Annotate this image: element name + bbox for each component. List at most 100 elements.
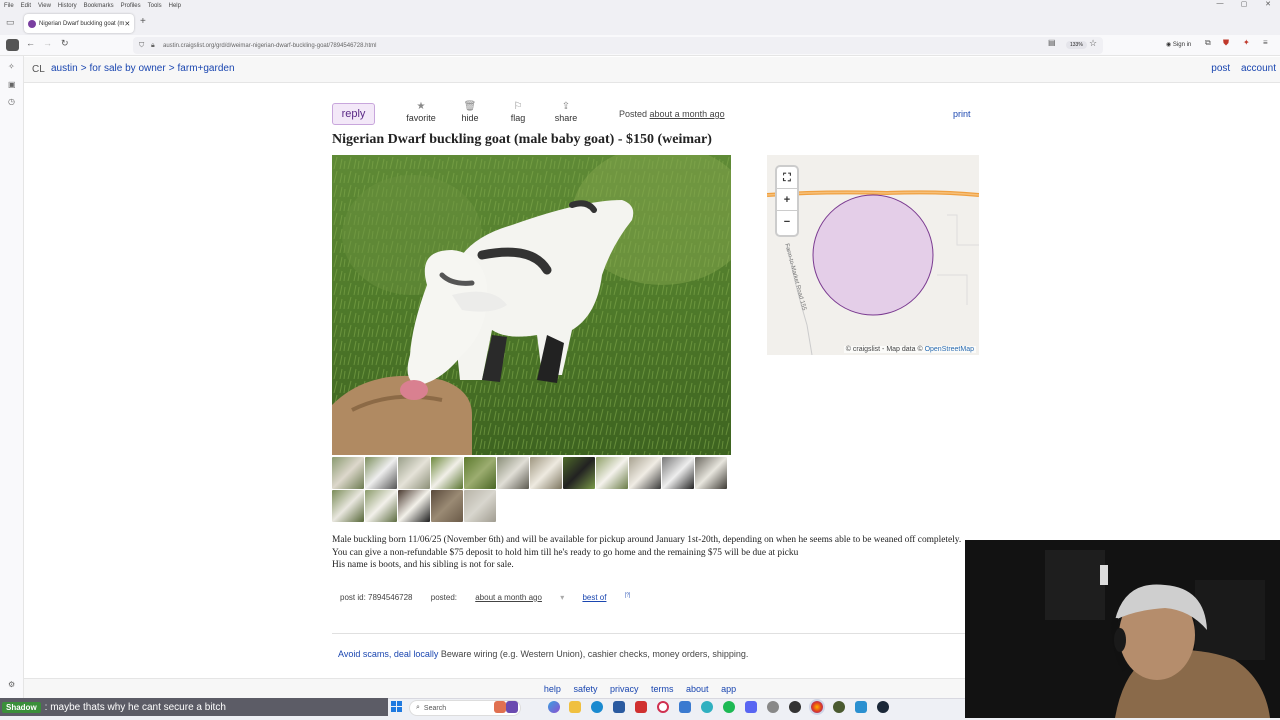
opera-icon[interactable] — [657, 701, 669, 713]
menu-view[interactable]: View — [38, 3, 51, 9]
thumbnail-image[interactable] — [365, 490, 397, 522]
thumbnail-image[interactable] — [497, 457, 529, 489]
windows-start-icon[interactable] — [391, 701, 403, 713]
taskbar-app-icon[interactable] — [635, 701, 647, 713]
ublock-icon[interactable]: ⛊ — [1223, 38, 1229, 48]
firefox-icon[interactable] — [811, 701, 823, 713]
breadcrumb-farm-garden[interactable]: farm+garden — [178, 63, 235, 74]
copilot-icon[interactable] — [548, 701, 560, 713]
new-tab-button[interactable]: + — [140, 16, 146, 27]
share-button[interactable]: ⇪ share — [546, 101, 586, 123]
tab-active[interactable]: Nigerian Dwarf buckling goat (m ✕ — [24, 14, 134, 33]
lock-icon[interactable]: 🔒︎ — [151, 42, 155, 50]
breadcrumb-for-sale-by-owner[interactable]: for sale by owner — [90, 63, 166, 74]
breadcrumb: austin > for sale by owner > farm+garden — [51, 63, 235, 74]
footer-app[interactable]: app — [721, 684, 736, 694]
steam-icon[interactable] — [877, 701, 889, 713]
extensions-icon[interactable]: ⧉ — [1205, 38, 1211, 48]
taskbar-app-icon[interactable] — [613, 701, 625, 713]
openstreetmap-link[interactable]: OpenStreetMap — [925, 346, 974, 353]
scam-notice-text: Beware wiring (e.g. Western Union), cash… — [440, 649, 749, 659]
thumbnail-image[interactable] — [629, 457, 661, 489]
thumbnail-image[interactable] — [464, 490, 496, 522]
footer-help[interactable]: help — [544, 684, 561, 694]
tab-list-icon[interactable]: ▭ — [6, 17, 15, 28]
taskbar-app-icon[interactable] — [506, 701, 518, 713]
sidebar-toggle-icon[interactable] — [6, 39, 19, 51]
thumbnail-image[interactable] — [530, 457, 562, 489]
close-window-button[interactable]: ✕ — [1256, 0, 1280, 11]
reply-button[interactable]: reply — [332, 103, 375, 125]
taskbar-app-icon[interactable] — [679, 701, 691, 713]
sign-in-button[interactable]: ◉ Sign in — [1166, 41, 1191, 48]
taskbar-app-icon[interactable] — [701, 701, 713, 713]
menu-profiles[interactable]: Profiles — [121, 3, 141, 9]
taskbar-app-icon[interactable] — [855, 701, 867, 713]
minimize-button[interactable]: — — [1208, 0, 1232, 11]
thumbnail-image[interactable] — [431, 457, 463, 489]
menu-help[interactable]: Help — [169, 3, 181, 9]
thumbnail-image[interactable] — [464, 457, 496, 489]
extension-icon[interactable]: ✦ — [1243, 38, 1250, 47]
close-tab-icon[interactable]: ✕ — [124, 20, 130, 28]
discord-icon[interactable] — [745, 701, 757, 713]
thumbnail-image[interactable] — [365, 457, 397, 489]
thumbnail-image[interactable] — [332, 457, 364, 489]
post-link[interactable]: post — [1211, 63, 1230, 74]
thumbnail-image[interactable] — [596, 457, 628, 489]
taskbar-app-icon[interactable] — [789, 701, 801, 713]
thumbnail-image[interactable] — [431, 490, 463, 522]
footer-safety[interactable]: safety — [573, 684, 597, 694]
settings-app-icon[interactable] — [767, 701, 779, 713]
menu-bookmarks[interactable]: Bookmarks — [84, 3, 114, 9]
ai-chat-icon[interactable]: ✧ — [8, 62, 15, 71]
flag-button[interactable]: ⚐ flag — [498, 101, 538, 123]
main-listing-photo[interactable] — [332, 155, 731, 455]
thumbnail-image[interactable] — [662, 457, 694, 489]
favorite-button[interactable]: ★ favorite — [401, 101, 441, 123]
menu-edit[interactable]: Edit — [21, 3, 31, 9]
best-of-link[interactable]: best of — [582, 593, 606, 602]
hide-button[interactable]: 🗑︎ hide — [450, 101, 490, 123]
zoom-level-badge[interactable]: 133% — [1066, 41, 1087, 49]
map-zoom-out-button[interactable]: − — [777, 211, 797, 233]
print-link[interactable]: print — [953, 109, 971, 119]
thumbnail-image[interactable] — [398, 490, 430, 522]
breadcrumb-austin[interactable]: austin — [51, 63, 78, 74]
history-icon[interactable]: ◷ — [8, 97, 15, 106]
thumbnail-image[interactable] — [332, 490, 364, 522]
synced-tabs-icon[interactable]: ▣ — [8, 80, 16, 89]
map-fullscreen-icon[interactable]: ⛶ — [777, 167, 797, 189]
thumbnail-image[interactable] — [695, 457, 727, 489]
tracking-shield-icon[interactable]: ⛉ — [139, 42, 144, 50]
forward-icon[interactable]: → — [43, 38, 52, 48]
url-bar[interactable]: ⛉ 🔒︎ austin.craigslist.org/grd/d/weimar-… — [133, 37, 1103, 54]
craigslist-logo[interactable]: CL — [32, 64, 45, 75]
location-map[interactable]: Farm-to-Market Road 155 ⛶ + − © craigsli… — [767, 155, 979, 355]
taskbar-app-icon[interactable] — [494, 701, 506, 713]
bookmark-star-icon[interactable]: ☆ — [1089, 38, 1097, 49]
webcam-overlay — [965, 540, 1280, 718]
file-explorer-icon[interactable] — [569, 701, 581, 713]
menu-tools[interactable]: Tools — [148, 3, 162, 9]
taskbar-app-icon[interactable] — [833, 701, 845, 713]
footer-terms[interactable]: terms — [651, 684, 674, 694]
spotify-icon[interactable] — [723, 701, 735, 713]
menu-hamburger-icon[interactable]: ≡ — [1263, 38, 1268, 47]
edge-icon[interactable] — [591, 701, 603, 713]
menu-history[interactable]: History — [58, 3, 77, 9]
thumbnail-image[interactable] — [563, 457, 595, 489]
best-of-help[interactable]: [?] — [625, 592, 631, 598]
maximize-button[interactable]: ▢ — [1232, 0, 1256, 11]
menu-file[interactable]: File — [4, 3, 14, 9]
map-zoom-in-button[interactable]: + — [777, 189, 797, 211]
reload-icon[interactable]: ↻ — [61, 38, 69, 49]
back-icon[interactable]: ← — [26, 38, 35, 48]
search-placeholder: Search — [423, 704, 447, 712]
thumbnail-image[interactable] — [398, 457, 430, 489]
footer-privacy[interactable]: privacy — [610, 684, 639, 694]
reader-view-icon[interactable]: ▤ — [1048, 38, 1056, 47]
footer-about[interactable]: about — [686, 684, 709, 694]
avoid-scams-link[interactable]: Avoid scams, deal locally — [338, 649, 438, 659]
account-link[interactable]: account — [1241, 63, 1276, 74]
